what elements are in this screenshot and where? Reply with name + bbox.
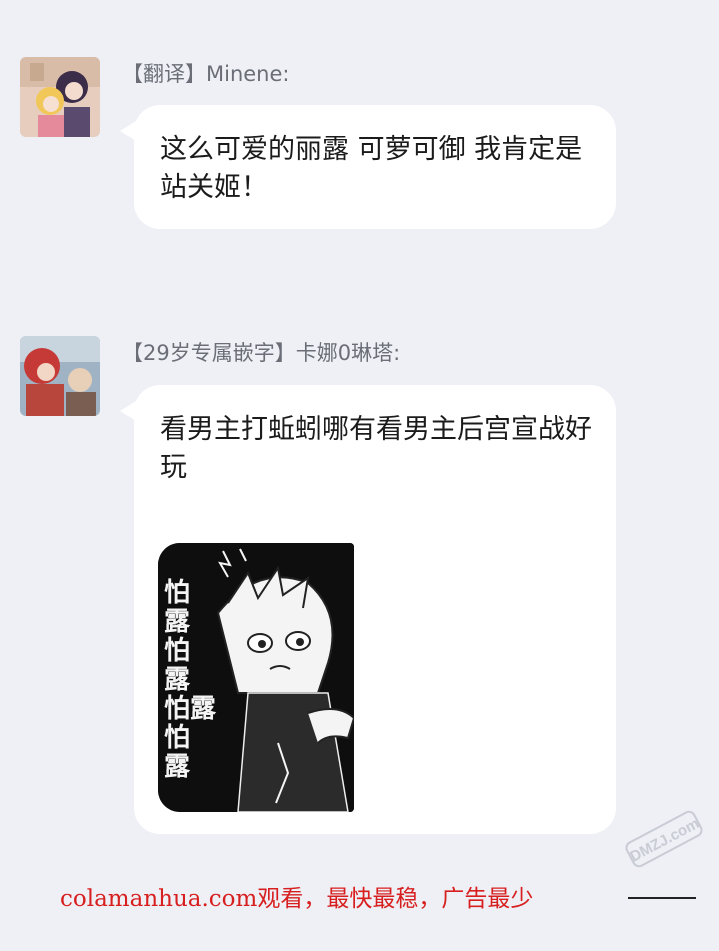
sticker-char: 怕 [164, 723, 191, 753]
avatar-image [20, 57, 100, 137]
sticker-char: 怕 [164, 636, 191, 666]
message-text: 看男主打蚯蚓哪有看男主后宫宣战好玩 [160, 414, 592, 483]
avatar-image [20, 336, 100, 416]
watermark-text: colamanhua.com观看，最快最稳，广告最少 [60, 886, 534, 912]
sticker-char: 露 [164, 752, 191, 782]
message-bubble[interactable]: 这么可爱的丽露 可萝可御 我肯定是站关姬！ [120, 105, 616, 229]
avatar-minene[interactable] [20, 57, 100, 137]
dmzj-logo-icon: DMZJ.com [625, 810, 703, 868]
sticker-char: 怕 [164, 578, 191, 608]
dmzj-logo: DMZJ.com [622, 806, 706, 872]
sticker-char: 露 [164, 665, 191, 695]
sticker-char: 露 [164, 607, 191, 637]
sticker-image[interactable]: 怕 露 怕 露 怕露 怕 露 [158, 543, 354, 812]
avatar-kana[interactable] [20, 336, 100, 416]
message-bubble[interactable]: 看男主打蚯蚓哪有看男主后宫宣战好玩 怕 露 怕 露 怕露 怕 露 [120, 385, 616, 834]
sticker-caption: 怕 露 怕 露 怕露 怕 露 [164, 579, 244, 782]
sender-name: 【翻译】Minene: [122, 62, 290, 86]
watermark-underline [628, 897, 696, 899]
message-text: 这么可爱的丽露 可萝可御 我肯定是站关姬！ [160, 134, 583, 203]
sender-name: 【29岁专属嵌字】卡娜0琳塔: [122, 341, 401, 365]
sticker-char: 怕露 [164, 694, 217, 724]
